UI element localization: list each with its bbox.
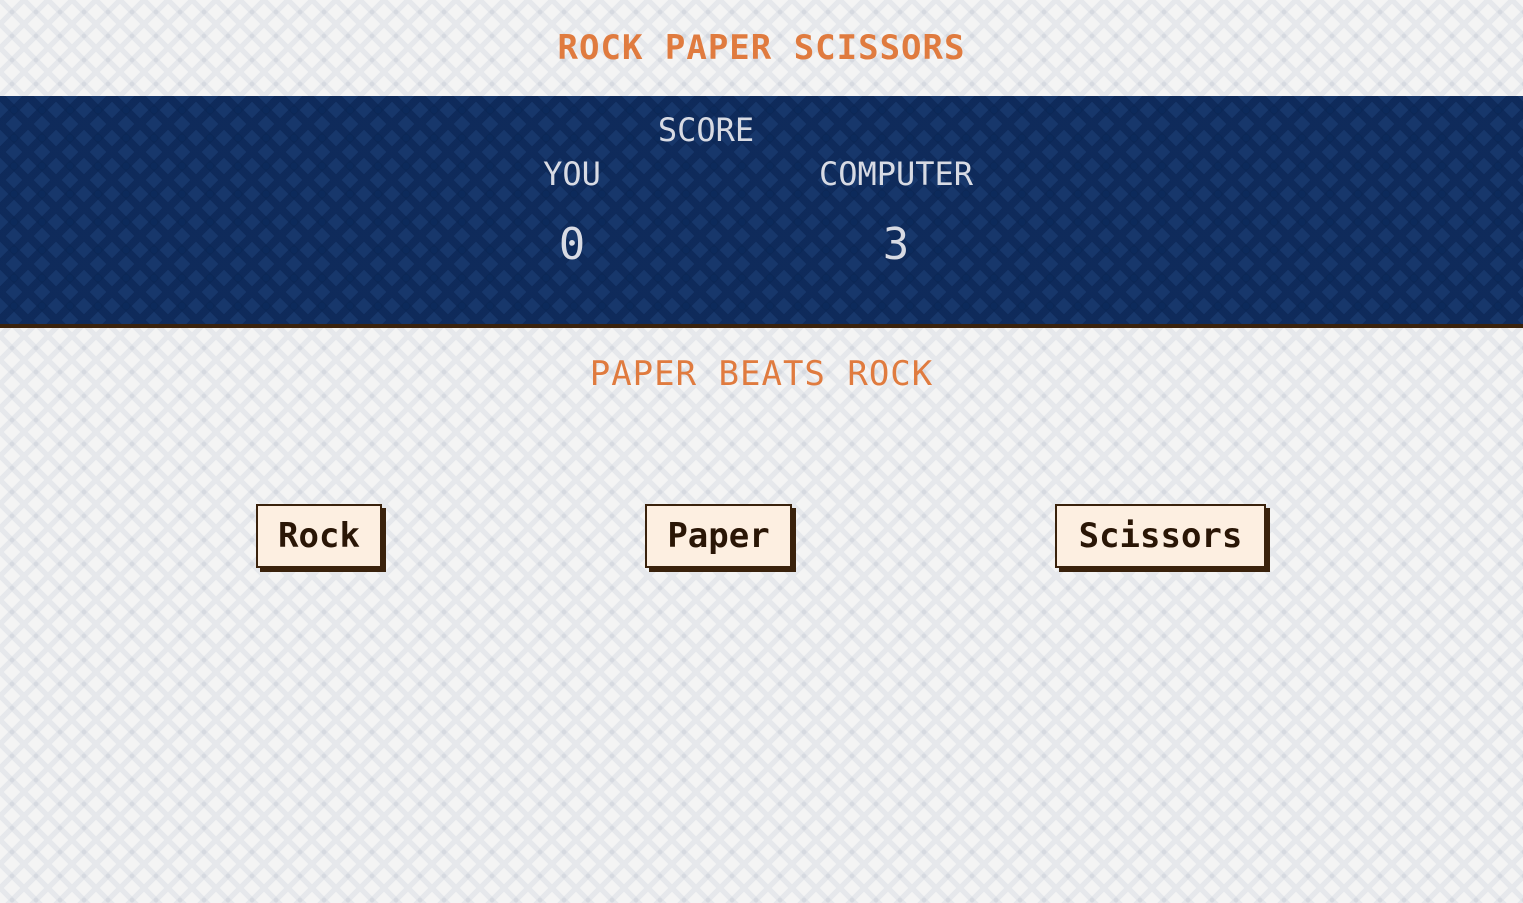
score-heading: SCORE (657, 111, 755, 149)
round-result-message: PAPER BEATS ROCK (589, 354, 934, 394)
computer-label: COMPUTER (818, 155, 974, 193)
scissors-button[interactable]: Scissors (1055, 504, 1266, 568)
game-title: ROCK PAPER SCISSORS (557, 28, 966, 68)
player-label: YOU (543, 155, 601, 193)
paper-button[interactable]: Paper (645, 504, 792, 568)
rock-button[interactable]: Rock (256, 504, 382, 568)
computer-score: 3 (882, 219, 910, 270)
computer-score-column: COMPUTER 3 (786, 154, 1006, 270)
player-score-column: YOU 0 (492, 154, 652, 270)
scoreboard: SCORE YOU 0 COMPUTER 3 (0, 96, 1523, 328)
player-score: 0 (558, 219, 586, 270)
